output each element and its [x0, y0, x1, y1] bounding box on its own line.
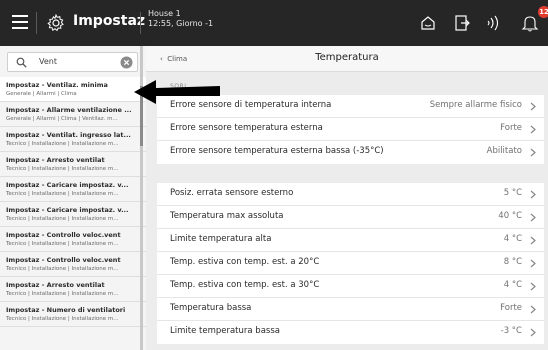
- menu-icon[interactable]: [12, 15, 28, 29]
- result-item[interactable]: Impostaz - Numero di ventilatori Tecnico …: [0, 302, 146, 327]
- wifi-icon[interactable]: [485, 13, 505, 33]
- bell-icon[interactable]: [520, 13, 540, 33]
- setting-value: 4 °C: [503, 280, 522, 290]
- setting-row[interactable]: Temp. estiva con temp. est. a 30°C 4 °C: [157, 275, 544, 298]
- divider: [140, 12, 141, 34]
- results-list: Impostaz - Ventilaz. minima Generale | Al…: [0, 77, 146, 327]
- setting-row[interactable]: Temperatura bassa Forte: [157, 298, 544, 321]
- setting-value: -3 °C: [500, 326, 522, 336]
- chevron-right-icon: [530, 213, 536, 222]
- result-title: Impostaz - Ventilaz. minima: [6, 81, 108, 89]
- result-title: Impostaz - Ventilat. ingresso lat...: [6, 131, 131, 139]
- setting-value: Forte: [500, 123, 522, 133]
- result-path: Generale | Allarmi | Clima | Ventilaz. m…: [6, 116, 118, 122]
- result-item[interactable]: Impostaz - Caricare impostaz. v... Tecnic…: [0, 202, 146, 227]
- setting-label: Temperatura bassa: [170, 303, 252, 313]
- result-path: Tecnico | Installazione | Installazione …: [6, 141, 119, 147]
- result-title: Impostaz - Caricare impostaz. v...: [6, 181, 129, 189]
- chevron-right-icon: [530, 125, 536, 134]
- setting-value: Forte: [500, 303, 522, 313]
- top-bar: Impostaz House 1 12:55, Giorno -1 12: [0, 0, 548, 46]
- result-title: Impostaz - Caricare impostaz. v...: [6, 206, 129, 214]
- result-title: Impostaz - Arresto ventilat: [6, 156, 105, 164]
- chevron-right-icon: [530, 102, 536, 111]
- panel-header: ‹ Clima Temperatura: [146, 46, 548, 72]
- panel-title: Temperatura: [315, 52, 379, 63]
- setting-label: Posiz. errata sensore esterno: [170, 188, 294, 198]
- search-input[interactable]: Vent: [7, 52, 138, 72]
- setting-label: Limite temperatura alta: [170, 234, 272, 244]
- house-info: House 1 12:55, Giorno -1: [148, 9, 213, 29]
- result-item[interactable]: Impostaz - Arresto ventilat Tecnico | Ins…: [0, 277, 146, 302]
- result-path: Tecnico | Installazione | Installazione …: [6, 266, 119, 272]
- result-path: Tecnico | Installazione | Installazione …: [6, 316, 119, 322]
- chevron-right-icon: [530, 282, 536, 291]
- search-icon: [16, 57, 27, 68]
- result-item[interactable]: Impostaz - Caricare impostaz. v... Tecnic…: [0, 177, 146, 202]
- search-value: Vent: [39, 57, 57, 66]
- result-item[interactable]: Impostaz - Ventilaz. minima Generale | Al…: [0, 77, 146, 102]
- result-item[interactable]: Impostaz - Allarme ventilazione ... Gener…: [0, 102, 146, 127]
- chevron-right-icon: [530, 259, 536, 268]
- setting-row[interactable]: Temp. estiva con temp. est. a 20°C 8 °C: [157, 252, 544, 275]
- setting-row[interactable]: Limite temperatura bassa -3 °C: [157, 321, 544, 344]
- app-window: Impostaz House 1 12:55, Giorno -1 12 Ven…: [0, 0, 548, 350]
- gear-icon: [47, 13, 64, 32]
- result-path: Tecnico | Installazione | Installazione …: [6, 191, 119, 197]
- home-icon[interactable]: [418, 13, 438, 33]
- clear-icon[interactable]: [120, 56, 133, 69]
- setting-value: Sempre allarme fisico: [429, 100, 522, 110]
- setting-row[interactable]: Errore sensore temperatura esterna Forte: [157, 118, 544, 141]
- setting-value: Abilitato: [486, 146, 522, 156]
- result-item[interactable]: Impostaz - Arresto ventilat Tecnico | Ins…: [0, 152, 146, 177]
- app-title: Impostaz: [73, 13, 146, 29]
- chevron-right-icon: [530, 236, 536, 245]
- setting-value: 5 °C: [503, 188, 522, 198]
- result-title: Impostaz - Controllo veloc.vent: [6, 231, 121, 239]
- setting-row[interactable]: Temperatura max assoluta 40 °C: [157, 206, 544, 229]
- result-path: Generale | Allarmi | Clima: [6, 91, 77, 97]
- setting-label: Temperatura max assoluta: [170, 211, 284, 221]
- setting-label: Temp. estiva con temp. est. a 20°C: [170, 257, 320, 267]
- setting-row[interactable]: Errore sensore temperatura esterna bassa…: [157, 141, 544, 164]
- chevron-right-icon: [530, 148, 536, 157]
- result-item[interactable]: Impostaz - Controllo veloc.vent Tecnico |…: [0, 227, 146, 252]
- setting-value: 40 °C: [498, 211, 522, 221]
- result-item[interactable]: Impostaz - Ventilat. ingresso lat... Tecn…: [0, 127, 146, 152]
- setting-row[interactable]: Limite temperatura alta 4 °C: [157, 229, 544, 252]
- exit-icon[interactable]: [452, 13, 472, 33]
- result-path: Tecnico | Installazione | Installazione …: [6, 291, 119, 297]
- setting-label: Errore sensore temperatura esterna: [170, 123, 323, 133]
- setting-label: Limite temperatura bassa: [170, 326, 280, 336]
- result-path: Tecnico | Installazione | Installazione …: [6, 241, 119, 247]
- notification-badge: 12: [538, 6, 548, 18]
- chevron-right-icon: [530, 305, 536, 314]
- chevron-right-icon: [530, 190, 536, 199]
- result-title: Impostaz - Arresto ventilat: [6, 281, 105, 289]
- chevron-right-icon: [530, 328, 536, 337]
- setting-row[interactable]: Posiz. errata sensore esterno 5 °C: [157, 183, 544, 206]
- result-title: Impostaz - Allarme ventilazione ...: [6, 106, 132, 114]
- arrow-pointer-icon: [134, 80, 220, 104]
- setting-label: Temp. estiva con temp. est. a 30°C: [170, 280, 320, 290]
- datetime: 12:55, Giorno -1: [148, 19, 214, 28]
- setting-value: 8 °C: [503, 257, 522, 267]
- setting-label: Errore sensore temperatura esterna bassa…: [170, 146, 384, 156]
- result-path: Tecnico | Installazione | Installazione …: [6, 166, 119, 172]
- search-panel: Vent Impostaz - Ventilaz. minima Generale…: [0, 46, 146, 350]
- divider: [36, 12, 37, 34]
- settings-group-temperatures: Posiz. errata sensore esterno 5 °C Tempera…: [157, 183, 544, 344]
- result-title: Impostaz - Controllo veloc.vent: [6, 256, 121, 264]
- house-name: House 1: [148, 9, 181, 18]
- setting-value: 4 °C: [503, 234, 522, 244]
- result-item[interactable]: Impostaz - Controllo veloc.vent Tecnico |…: [0, 252, 146, 277]
- result-path: Tecnico | Installazione | Installazione …: [6, 216, 119, 222]
- result-title: Impostaz - Numero di ventilatori: [6, 306, 126, 314]
